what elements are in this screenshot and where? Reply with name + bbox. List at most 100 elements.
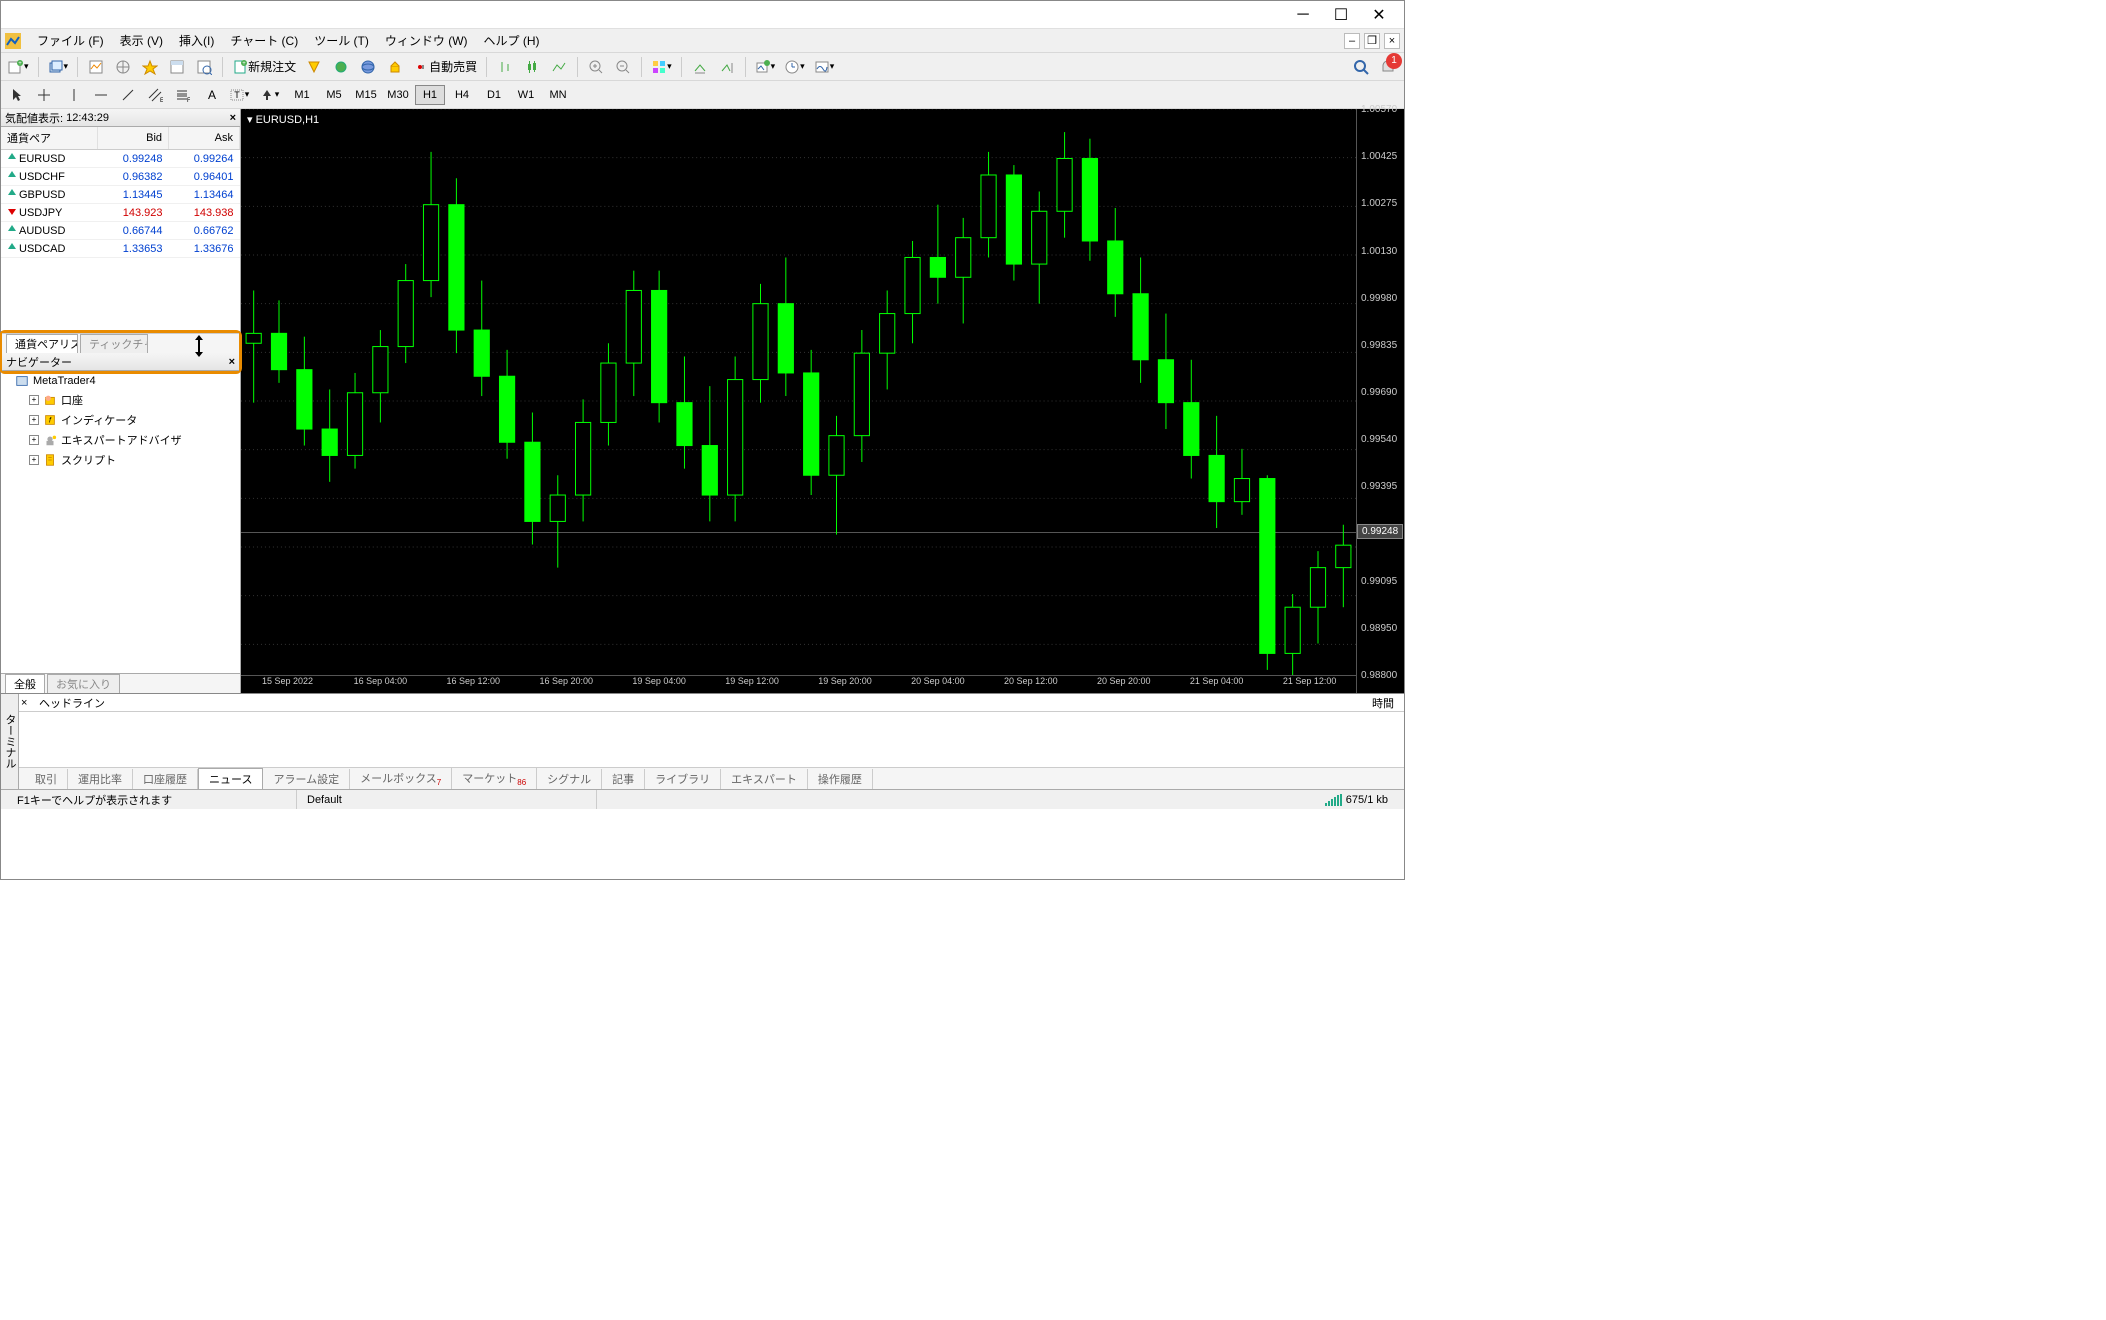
terminal-tab-3[interactable]: ニュース: [198, 768, 263, 789]
timeframe-w1[interactable]: W1: [511, 85, 541, 105]
time-column[interactable]: 時間: [1372, 695, 1394, 711]
tab-favorites[interactable]: お気に入り: [47, 674, 120, 693]
cursor-button[interactable]: [5, 84, 29, 106]
timeframe-h4[interactable]: H4: [447, 85, 477, 105]
market-watch-close-icon[interactable]: ×: [230, 112, 236, 124]
trendline-button[interactable]: [116, 84, 140, 106]
tab-symbols[interactable]: 通貨ペアリスト: [6, 334, 78, 353]
terminal-tab-6[interactable]: マーケット86: [452, 768, 537, 789]
menu-tool[interactable]: ツール (T): [306, 29, 377, 52]
navigator-toggle[interactable]: [138, 55, 162, 79]
table-row[interactable]: USDCAD1.336531.33676: [1, 240, 240, 258]
mdi-close-icon[interactable]: ×: [1384, 33, 1400, 49]
nav-item[interactable]: +エキスパートアドバイザ: [29, 430, 240, 450]
terminal-tab-4[interactable]: アラーム設定: [263, 769, 350, 789]
chart-canvas[interactable]: ▾ EURUSD,H1 15 Sep 202216 Sep 04:0016 Se…: [241, 109, 1356, 693]
status-connection[interactable]: 675/1 kb: [1315, 790, 1398, 809]
menu-chart[interactable]: チャート (C): [222, 29, 306, 52]
col-bid[interactable]: Bid: [98, 127, 169, 150]
table-row[interactable]: USDCHF0.963820.96401: [1, 168, 240, 186]
menu-help[interactable]: ヘルプ (H): [476, 29, 548, 52]
menu-insert[interactable]: 挿入(I): [171, 29, 222, 52]
expand-icon[interactable]: +: [29, 395, 39, 405]
nav-root[interactable]: MetaTrader4: [15, 372, 240, 390]
close-button[interactable]: ✕: [1360, 3, 1398, 27]
text-button[interactable]: A: [200, 84, 224, 106]
menu-file[interactable]: ファイル (F): [29, 29, 112, 52]
metaeditor-button[interactable]: [302, 55, 326, 79]
indicators-button[interactable]: ▾: [752, 55, 779, 79]
expand-icon[interactable]: +: [29, 415, 39, 425]
timeframe-m1[interactable]: M1: [287, 85, 317, 105]
table-row[interactable]: USDJPY143.923143.938: [1, 204, 240, 222]
timeframe-m15[interactable]: M15: [351, 85, 381, 105]
table-row[interactable]: GBPUSD1.134451.13464: [1, 186, 240, 204]
headline-column[interactable]: ヘッドライン: [39, 695, 105, 711]
terminal-tab-9[interactable]: ライブラリ: [645, 769, 721, 789]
terminal-tab-10[interactable]: エキスパート: [721, 769, 808, 789]
crosshair-button[interactable]: [32, 84, 56, 106]
tab-general[interactable]: 全般: [5, 674, 45, 693]
chart-shift-button[interactable]: [715, 55, 739, 79]
terminal-tab-0[interactable]: 取引: [25, 769, 68, 789]
terminal-tab-7[interactable]: シグナル: [537, 769, 602, 789]
line-chart-button[interactable]: [547, 55, 571, 79]
periodicity-button[interactable]: ▾: [781, 55, 808, 79]
table-row[interactable]: EURUSD0.992480.99264: [1, 150, 240, 168]
profiles-button[interactable]: ▾: [45, 55, 72, 79]
zoom-out-button[interactable]: [611, 55, 635, 79]
status-profile[interactable]: Default: [297, 790, 597, 809]
bar-chart-button[interactable]: [493, 55, 517, 79]
autoscroll-button[interactable]: [688, 55, 712, 79]
tab-tick-chart[interactable]: ティックチャート: [80, 334, 148, 353]
timeframe-m30[interactable]: M30: [383, 85, 413, 105]
market-watch-toggle[interactable]: [84, 55, 108, 79]
mdi-minimize-icon[interactable]: ‒: [1344, 33, 1360, 49]
nav-item[interactable]: +スクリプト: [29, 450, 240, 470]
terminal-toggle[interactable]: [165, 55, 189, 79]
vertical-line-button[interactable]: [62, 84, 86, 106]
fibonacci-button[interactable]: F: [170, 84, 194, 106]
equidistant-channel-button[interactable]: E: [143, 84, 167, 106]
navigator-close-icon[interactable]: ×: [229, 356, 235, 368]
text-label-button[interactable]: T▾: [227, 84, 251, 106]
alerts-button[interactable]: 1: [1376, 55, 1400, 79]
col-symbol[interactable]: 通貨ペア: [1, 127, 98, 150]
terminal-tab-5[interactable]: メールボックス7: [350, 768, 452, 789]
timeframe-m5[interactable]: M5: [319, 85, 349, 105]
auto-trade-button[interactable]: 自動売買: [410, 55, 480, 79]
timeframe-d1[interactable]: D1: [479, 85, 509, 105]
tile-windows-button[interactable]: ▾: [648, 55, 675, 79]
chart-window[interactable]: ▾ EURUSD,H1 15 Sep 202216 Sep 04:0016 Se…: [241, 109, 1404, 693]
arrows-button[interactable]: ▾: [257, 84, 281, 106]
expand-icon[interactable]: +: [29, 455, 39, 465]
signals-button[interactable]: [383, 55, 407, 79]
terminal-vertical-tab[interactable]: ターミナル: [1, 694, 19, 789]
nav-item[interactable]: +fインディケータ: [29, 410, 240, 430]
terminal-tab-11[interactable]: 操作履歴: [808, 769, 873, 789]
mql-button[interactable]: [356, 55, 380, 79]
search-button[interactable]: [1349, 55, 1373, 79]
terminal-close-icon[interactable]: ×: [21, 697, 27, 709]
templates-button[interactable]: ▾: [811, 55, 838, 79]
new-chart-button[interactable]: +▾: [5, 55, 32, 79]
terminal-tab-2[interactable]: 口座履歴: [133, 769, 198, 789]
options-button[interactable]: [329, 55, 353, 79]
mdi-restore-icon[interactable]: ❐: [1364, 33, 1380, 49]
candlestick-button[interactable]: [520, 55, 544, 79]
timeframe-h1[interactable]: H1: [415, 85, 445, 105]
data-window-toggle[interactable]: [111, 55, 135, 79]
terminal-tab-1[interactable]: 運用比率: [68, 769, 133, 789]
strategy-tester-toggle[interactable]: [192, 55, 216, 79]
maximize-button[interactable]: ☐: [1322, 3, 1360, 27]
col-ask[interactable]: Ask: [169, 127, 240, 150]
horizontal-line-button[interactable]: [89, 84, 113, 106]
menu-view[interactable]: 表示 (V): [112, 29, 171, 52]
zoom-in-button[interactable]: [584, 55, 608, 79]
new-order-button[interactable]: +新規注文: [229, 55, 299, 79]
table-row[interactable]: AUDUSD0.667440.66762: [1, 222, 240, 240]
timeframe-mn[interactable]: MN: [543, 85, 573, 105]
minimize-button[interactable]: ─: [1284, 3, 1322, 27]
menu-window[interactable]: ウィンドウ (W): [377, 29, 476, 52]
nav-item[interactable]: +口座: [29, 390, 240, 410]
